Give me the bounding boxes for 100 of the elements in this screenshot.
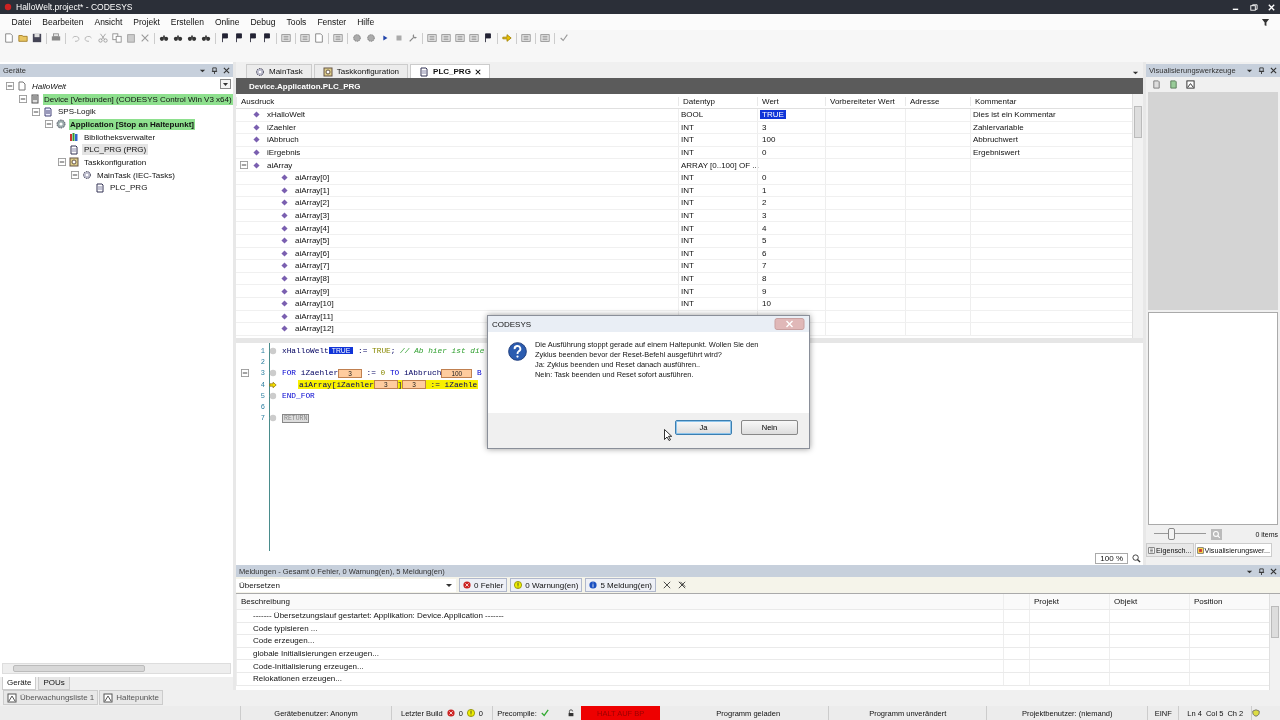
table-cell[interactable]: 0 xyxy=(760,173,769,183)
zoom-field[interactable]: 100 % xyxy=(1095,552,1128,564)
filter-icon[interactable] xyxy=(1261,17,1270,27)
tree-item[interactable]: MainTask (IEC-Tasks) xyxy=(95,169,177,181)
tree-item[interactable]: Taskkonfiguration xyxy=(82,156,149,168)
close-button[interactable] xyxy=(774,318,805,330)
bookmark-icon[interactable] xyxy=(262,33,272,43)
column-header[interactable]: Wert xyxy=(757,96,825,106)
caret-icon[interactable] xyxy=(445,581,453,589)
collapse-icon[interactable] xyxy=(241,369,249,378)
check-icon[interactable] xyxy=(559,33,569,43)
collapse-icon[interactable] xyxy=(71,171,79,180)
pin-icon[interactable] xyxy=(211,67,218,74)
binoculars-icon[interactable] xyxy=(159,33,169,43)
stop-icon[interactable] xyxy=(394,33,404,43)
tree-item[interactable]: HalloWelt xyxy=(30,80,69,92)
tab[interactable]: Taskkonfiguration xyxy=(313,64,409,78)
table-cell[interactable]: 1 xyxy=(760,185,769,195)
bookmark-icon[interactable] xyxy=(234,33,244,43)
breakpoint-position-icon[interactable] xyxy=(269,414,277,423)
tree-item[interactable]: Application [Stop an Haltepunkt] xyxy=(69,118,195,130)
dropdown-icon[interactable] xyxy=(199,67,206,74)
list-icon[interactable] xyxy=(455,33,465,43)
table-cell[interactable]: TRUE xyxy=(760,110,786,120)
breakpoint-position-icon[interactable] xyxy=(269,346,277,355)
close-icon[interactable] xyxy=(223,67,230,74)
table-cell[interactable]: 4 xyxy=(760,223,769,233)
collapse-icon[interactable] xyxy=(32,107,40,116)
collapse-icon[interactable] xyxy=(19,95,27,104)
menu-item[interactable]: Erstellen xyxy=(165,17,210,27)
menu-item[interactable]: Online xyxy=(209,17,245,27)
wrench-icon[interactable] xyxy=(408,33,418,43)
dropdown-button[interactable] xyxy=(220,79,231,89)
list-icon[interactable] xyxy=(281,33,291,43)
paste-icon[interactable] xyxy=(126,33,136,43)
bookmark-icon[interactable] xyxy=(248,33,258,43)
pin-icon[interactable] xyxy=(1258,67,1265,74)
magnifier-icon[interactable] xyxy=(1132,553,1141,563)
filter-button[interactable]: 0 Warnung(en) xyxy=(510,578,583,592)
bookmark-icon[interactable] xyxy=(220,33,230,43)
table-cell[interactable]: 8 xyxy=(760,274,769,283)
column-header[interactable]: Ausdruck xyxy=(236,96,678,106)
image-icon[interactable] xyxy=(1186,80,1195,89)
close-icon[interactable] xyxy=(1270,567,1277,575)
list-icon[interactable] xyxy=(441,33,451,43)
list-icon[interactable] xyxy=(469,33,479,43)
lock-icon[interactable] xyxy=(567,709,575,717)
tab[interactable]: Überwachungsliste 1 xyxy=(3,690,99,705)
scissors-icon[interactable] xyxy=(98,33,108,43)
copy-icon[interactable] xyxy=(112,33,122,43)
column-header[interactable]: Vorbereiteter Wert xyxy=(825,96,905,106)
table-cell[interactable]: 7 xyxy=(760,261,769,271)
clear-all-icon[interactable] xyxy=(678,581,686,589)
table-cell[interactable]: 5 xyxy=(760,236,769,246)
tab[interactable]: Haltepunkte xyxy=(99,690,163,705)
binoculars-icon[interactable] xyxy=(187,33,197,43)
restore-icon[interactable] xyxy=(1249,2,1258,12)
play-icon[interactable] xyxy=(380,33,390,43)
dropdown-icon[interactable] xyxy=(1132,69,1139,76)
delete-icon[interactable] xyxy=(140,33,150,43)
list-icon[interactable] xyxy=(300,33,310,43)
clear-icon[interactable] xyxy=(663,581,671,589)
table-cell[interactable]: 10 xyxy=(760,299,773,309)
pin-icon[interactable] xyxy=(1258,567,1265,575)
tab[interactable]: PLC_PRG xyxy=(410,64,490,78)
new-file-icon[interactable] xyxy=(314,33,324,43)
bookmark-icon[interactable] xyxy=(483,33,493,43)
dropdown-icon[interactable] xyxy=(1246,67,1253,74)
list-icon[interactable] xyxy=(521,33,531,43)
table-cell[interactable]: 9 xyxy=(760,286,769,296)
table-cell[interactable]: 3 xyxy=(760,122,769,132)
list-icon[interactable] xyxy=(540,33,550,43)
tree-item[interactable]: PLC_PRG (PRG) xyxy=(82,144,149,156)
tree-item[interactable]: Bibliotheksverwalter xyxy=(82,131,158,143)
binoculars-icon[interactable] xyxy=(201,33,211,43)
menu-item[interactable]: Bearbeiten xyxy=(36,17,89,27)
list-icon[interactable] xyxy=(427,33,437,43)
binoculars-icon[interactable] xyxy=(173,33,183,43)
menu-item[interactable]: Projekt xyxy=(127,17,166,27)
tab[interactable]: Geräte xyxy=(2,677,37,690)
horizontal-scrollbar[interactable] xyxy=(2,663,231,674)
tab[interactable]: POUs xyxy=(38,677,70,690)
vertical-scrollbar[interactable] xyxy=(1132,94,1143,338)
folder-icon[interactable] xyxy=(18,33,28,43)
save-icon[interactable] xyxy=(32,33,42,43)
column-header[interactable]: Objekt xyxy=(1109,594,1189,609)
column-header[interactable]: Datentyp xyxy=(678,96,757,106)
table-cell[interactable]: 2 xyxy=(760,198,769,208)
close-icon[interactable] xyxy=(1270,67,1277,74)
column-header[interactable]: Beschreibung xyxy=(236,594,1003,609)
breakpoint-position-icon[interactable] xyxy=(269,369,277,378)
tab[interactable]: MainTask xyxy=(246,64,312,78)
filter-button[interactable]: 0 Fehler xyxy=(459,578,508,592)
menu-item[interactable]: Hilfe xyxy=(351,17,380,27)
tree-item[interactable]: SPS-Logik xyxy=(56,106,98,118)
collapse-icon[interactable] xyxy=(240,161,248,170)
menu-item[interactable]: Debug xyxy=(244,17,282,27)
breakpoint-position-icon[interactable] xyxy=(269,391,277,400)
printer-icon[interactable] xyxy=(51,33,61,43)
table-cell[interactable]: 3 xyxy=(760,211,769,221)
